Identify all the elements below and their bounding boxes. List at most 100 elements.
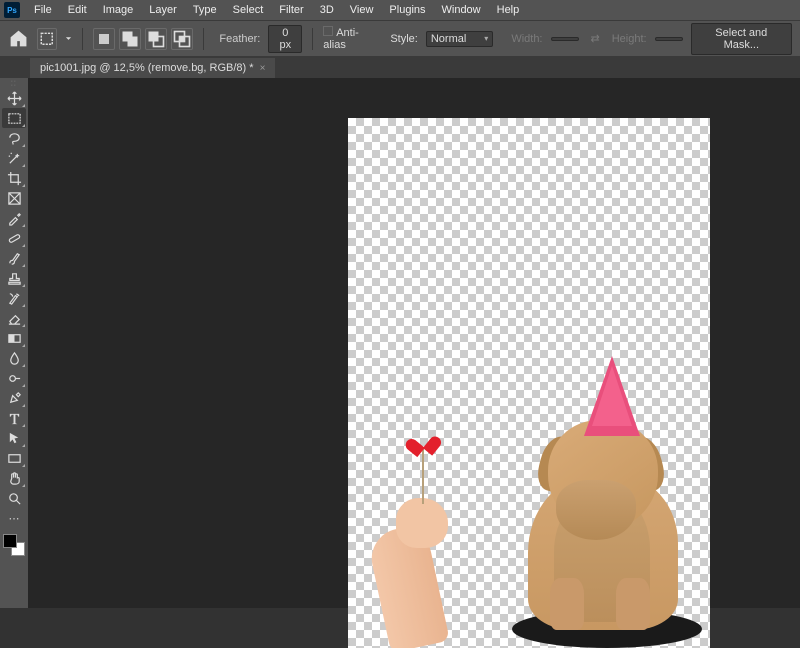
menu-plugins[interactable]: Plugins [381, 1, 433, 19]
eraser-icon [7, 311, 22, 326]
options-bar: Feather: 0 px Anti-alias Style: Normal ▾… [0, 20, 800, 56]
tool-preset-picker[interactable] [37, 28, 57, 50]
canvas-content [510, 390, 690, 630]
brush-icon [7, 251, 22, 266]
swap-icon: ⇄ [591, 32, 600, 45]
type-icon [7, 411, 22, 426]
hand-icon [7, 471, 22, 486]
lasso-tool[interactable] [2, 128, 26, 148]
gradient-icon [7, 331, 22, 346]
square-icon [99, 34, 109, 44]
foreground-color-swatch[interactable] [3, 534, 17, 548]
add-selection-icon [120, 29, 140, 49]
document-canvas[interactable] [348, 118, 710, 648]
intersect-selection-button[interactable] [171, 28, 193, 50]
menu-edit[interactable]: Edit [60, 1, 95, 19]
photoshop-logo: Ps [4, 2, 20, 18]
new-selection-button[interactable] [93, 28, 115, 50]
arrow-icon [7, 431, 22, 446]
menu-filter[interactable]: Filter [271, 1, 311, 19]
eraser-tool[interactable] [2, 308, 26, 328]
ellipsis-icon: ⋯ [9, 512, 20, 525]
eyedropper-icon [7, 211, 22, 226]
dodge-icon [7, 371, 22, 386]
chevron-down-icon: ▾ [484, 34, 488, 43]
height-input [655, 37, 683, 41]
frame-tool[interactable] [2, 188, 26, 208]
stamp-icon [7, 271, 22, 286]
feather-input[interactable]: 0 px [268, 25, 302, 53]
crop-tool[interactable] [2, 168, 26, 188]
chevron-down-icon[interactable] [65, 35, 72, 43]
add-to-selection-button[interactable] [119, 28, 141, 50]
menu-bar: Ps File Edit Image Layer Type Select Fil… [0, 0, 800, 20]
menu-help[interactable]: Help [489, 1, 528, 19]
menu-image[interactable]: Image [95, 1, 142, 19]
brush-tool[interactable] [2, 248, 26, 268]
antialias-checkbox: Anti-alias [323, 26, 374, 51]
document-tab[interactable]: pic1001.jpg @ 12,5% (remove.bg, RGB/8) *… [30, 58, 275, 78]
menu-type[interactable]: Type [185, 1, 225, 19]
select-and-mask-button[interactable]: Select and Mask... [691, 23, 792, 55]
menu-view[interactable]: View [342, 1, 382, 19]
zoom-tool[interactable] [2, 488, 26, 508]
separator [203, 28, 204, 50]
style-select[interactable]: Normal ▾ [426, 31, 493, 47]
separator [82, 28, 83, 50]
blur-tool[interactable] [2, 348, 26, 368]
panel-grip-icon[interactable]: ∙∙∙∙ [8, 80, 20, 88]
history-brush-tool[interactable] [2, 288, 26, 308]
zoom-icon [7, 491, 22, 506]
eyedropper-tool[interactable] [2, 208, 26, 228]
style-value: Normal [431, 33, 466, 45]
home-icon [8, 28, 29, 49]
selection-mode-group [93, 28, 193, 50]
pen-icon [7, 391, 22, 406]
type-tool[interactable] [2, 408, 26, 428]
color-swatches[interactable] [3, 534, 25, 556]
height-label: Height: [612, 33, 647, 45]
bandage-icon [7, 231, 22, 246]
wand-icon [7, 151, 22, 166]
history-brush-icon [7, 291, 22, 306]
dodge-tool[interactable] [2, 368, 26, 388]
pen-tool[interactable] [2, 388, 26, 408]
home-button[interactable] [8, 27, 29, 51]
crop-icon [7, 171, 22, 186]
rectangular-marquee-tool[interactable] [2, 108, 26, 128]
tools-panel: ∙∙∙∙ ⋯ [0, 78, 28, 608]
menu-window[interactable]: Window [434, 1, 489, 19]
move-icon [7, 91, 22, 106]
document-tab-bar: pic1001.jpg @ 12,5% (remove.bg, RGB/8) *… [0, 56, 800, 78]
edit-toolbar-button[interactable]: ⋯ [2, 508, 26, 528]
clone-stamp-tool[interactable] [2, 268, 26, 288]
intersect-selection-icon [172, 29, 192, 49]
checkbox-icon [323, 26, 333, 36]
style-label: Style: [390, 33, 418, 45]
menu-layer[interactable]: Layer [141, 1, 185, 19]
gradient-tool[interactable] [2, 328, 26, 348]
rectangle-tool[interactable] [2, 448, 26, 468]
subtract-from-selection-button[interactable] [145, 28, 167, 50]
subtract-selection-icon [146, 29, 166, 49]
workspace[interactable] [28, 78, 800, 608]
separator [312, 28, 313, 50]
marquee-icon [7, 111, 22, 126]
feather-label: Feather: [219, 33, 260, 45]
rectangle-icon [7, 451, 22, 466]
lasso-icon [7, 131, 22, 146]
path-selection-tool[interactable] [2, 428, 26, 448]
spot-healing-brush-tool[interactable] [2, 228, 26, 248]
frame-icon [7, 191, 22, 206]
menu-select[interactable]: Select [225, 1, 272, 19]
drop-icon [7, 351, 22, 366]
close-tab-button[interactable]: × [260, 63, 266, 74]
width-label: Width: [511, 33, 542, 45]
marquee-icon [38, 30, 56, 48]
menu-file[interactable]: File [26, 1, 60, 19]
menu-3d[interactable]: 3D [312, 1, 342, 19]
quick-selection-tool[interactable] [2, 148, 26, 168]
canvas-content [360, 478, 480, 648]
move-tool[interactable] [2, 88, 26, 108]
hand-tool[interactable] [2, 468, 26, 488]
